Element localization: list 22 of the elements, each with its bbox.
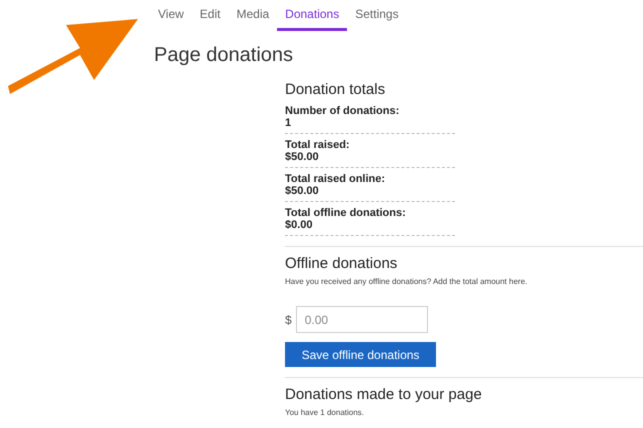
total-label: Number of donations:	[285, 105, 400, 117]
total-value: 1	[285, 117, 292, 129]
section-heading: Donations made to your page	[285, 386, 483, 403]
tab[interactable]: View	[150, 0, 192, 31]
donations-count-text: You have 1 donations.	[285, 408, 365, 417]
currency-symbol: $	[285, 312, 292, 326]
page-title: Page donations	[154, 44, 294, 67]
total-label: Total raised online:	[285, 173, 386, 185]
tab[interactable]: Edit	[192, 0, 228, 31]
total-value: $50.00	[285, 185, 320, 197]
total-label: Total raised:	[285, 139, 351, 151]
save-button[interactable]: Save offline donations	[285, 342, 436, 367]
description: Have you received any offline donations? Add the total amount here.	[285, 277, 528, 286]
tab[interactable]: Donations	[277, 0, 348, 31]
tab[interactable]: Settings	[347, 0, 407, 31]
total-value: $0.00	[285, 219, 314, 231]
amount-field[interactable]: 0.00	[296, 306, 428, 333]
total-value: $50.00	[285, 151, 320, 163]
total-label: Total offline donations:	[285, 207, 407, 219]
section-heading: Offline donations	[285, 255, 398, 272]
tab[interactable]: Media	[228, 0, 278, 31]
section-heading: Donation totals	[285, 81, 386, 98]
